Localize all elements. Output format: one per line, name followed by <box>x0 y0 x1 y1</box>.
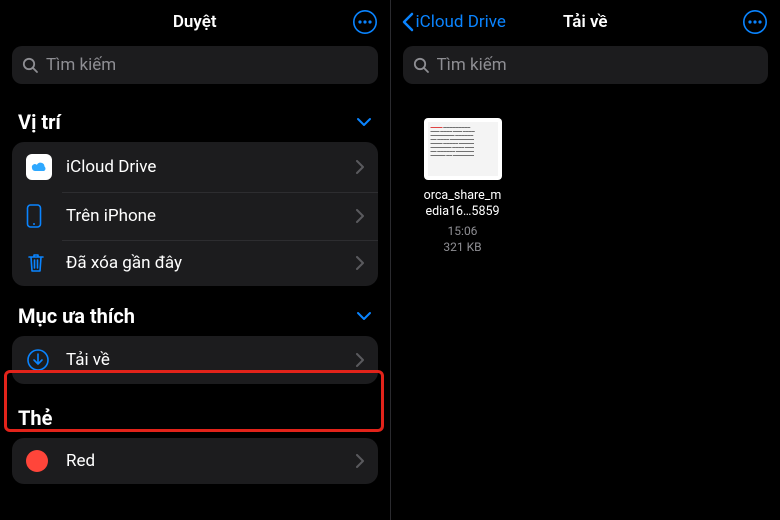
section-title-locations: Vị trí <box>18 110 61 134</box>
chevron-down-icon <box>356 117 372 127</box>
nav-title-right: Tải về <box>511 12 661 32</box>
tag-item-red[interactable]: Red <box>12 438 378 484</box>
more-button-left[interactable] <box>350 7 380 37</box>
search-input-right[interactable] <box>437 55 759 75</box>
iphone-icon <box>26 204 56 228</box>
navbar-right: iCloud Drive Tải về <box>391 0 780 44</box>
row-label: Red <box>66 451 356 471</box>
icloud-icon <box>26 154 52 180</box>
file-meta: 15:06321 KB <box>443 223 481 255</box>
file-name: orca_share_media16…5859 <box>424 188 502 221</box>
section-header-locations[interactable]: Vị trí <box>0 92 390 142</box>
chevron-down-icon <box>356 311 372 321</box>
more-icon <box>742 9 768 35</box>
tag-dot-icon <box>26 450 48 472</box>
navbar-left: Duyệt <box>0 0 390 44</box>
location-item-recently-deleted[interactable]: Đã xóa gần đây <box>12 240 378 286</box>
favorites-list: Tải về <box>12 336 378 384</box>
row-label: iCloud Drive <box>66 157 356 177</box>
row-label: Đã xóa gần đây <box>66 253 356 273</box>
more-button-right[interactable] <box>740 7 770 37</box>
row-label: Trên iPhone <box>66 206 356 226</box>
search-input-left[interactable] <box>46 55 368 75</box>
chevron-right-icon <box>356 353 364 367</box>
nav-title-left: Duyệt <box>120 12 270 32</box>
search-icon <box>22 57 39 74</box>
section-header-favorites[interactable]: Mục ưa thích <box>0 286 390 336</box>
section-header-tags[interactable]: Thẻ <box>0 384 390 438</box>
locations-list: iCloud Drive Trên iPhone Đã xóa gần đây <box>12 142 378 286</box>
search-bar-left[interactable] <box>12 46 378 84</box>
favorite-item-downloads[interactable]: Tải về <box>12 336 378 384</box>
chevron-left-icon <box>401 12 414 32</box>
search-bar-right[interactable] <box>403 46 769 84</box>
back-button[interactable]: iCloud Drive <box>401 12 506 32</box>
download-icon <box>26 348 56 372</box>
trash-icon <box>26 252 56 274</box>
chevron-right-icon <box>356 256 364 270</box>
section-title-tags: Thẻ <box>18 406 52 430</box>
file-thumbnail: ▬▬▬▬ ▬▬▬▬▬▬▬▬▬▬▬▬ ▬▬▬▬ ▬▬▬ ▬▬▬▬▬▬▬▬▬▬▬▬ … <box>424 118 502 180</box>
chevron-right-icon <box>356 209 364 223</box>
browse-screen: Duyệt Vị trí <box>0 0 390 520</box>
location-item-on-iphone[interactable]: Trên iPhone <box>12 192 378 240</box>
row-label: Tải về <box>66 350 356 370</box>
downloads-screen: iCloud Drive Tải về <box>391 0 780 520</box>
location-item-icloud-drive[interactable]: iCloud Drive <box>12 142 378 192</box>
tags-list: Red <box>12 438 378 484</box>
section-title-favorites: Mục ưa thích <box>18 304 135 328</box>
back-label: iCloud Drive <box>416 12 506 32</box>
file-grid: ▬▬▬▬ ▬▬▬▬▬▬▬▬▬▬▬▬ ▬▬▬▬ ▬▬▬ ▬▬▬▬▬▬▬▬▬▬▬▬ … <box>391 92 780 281</box>
more-icon <box>352 9 378 35</box>
search-icon <box>413 57 430 74</box>
chevron-right-icon <box>356 160 364 174</box>
file-item[interactable]: ▬▬▬▬ ▬▬▬▬▬▬▬▬▬▬▬▬ ▬▬▬▬ ▬▬▬ ▬▬▬▬▬▬▬▬▬▬▬▬ … <box>411 118 515 255</box>
chevron-right-icon <box>356 454 364 468</box>
